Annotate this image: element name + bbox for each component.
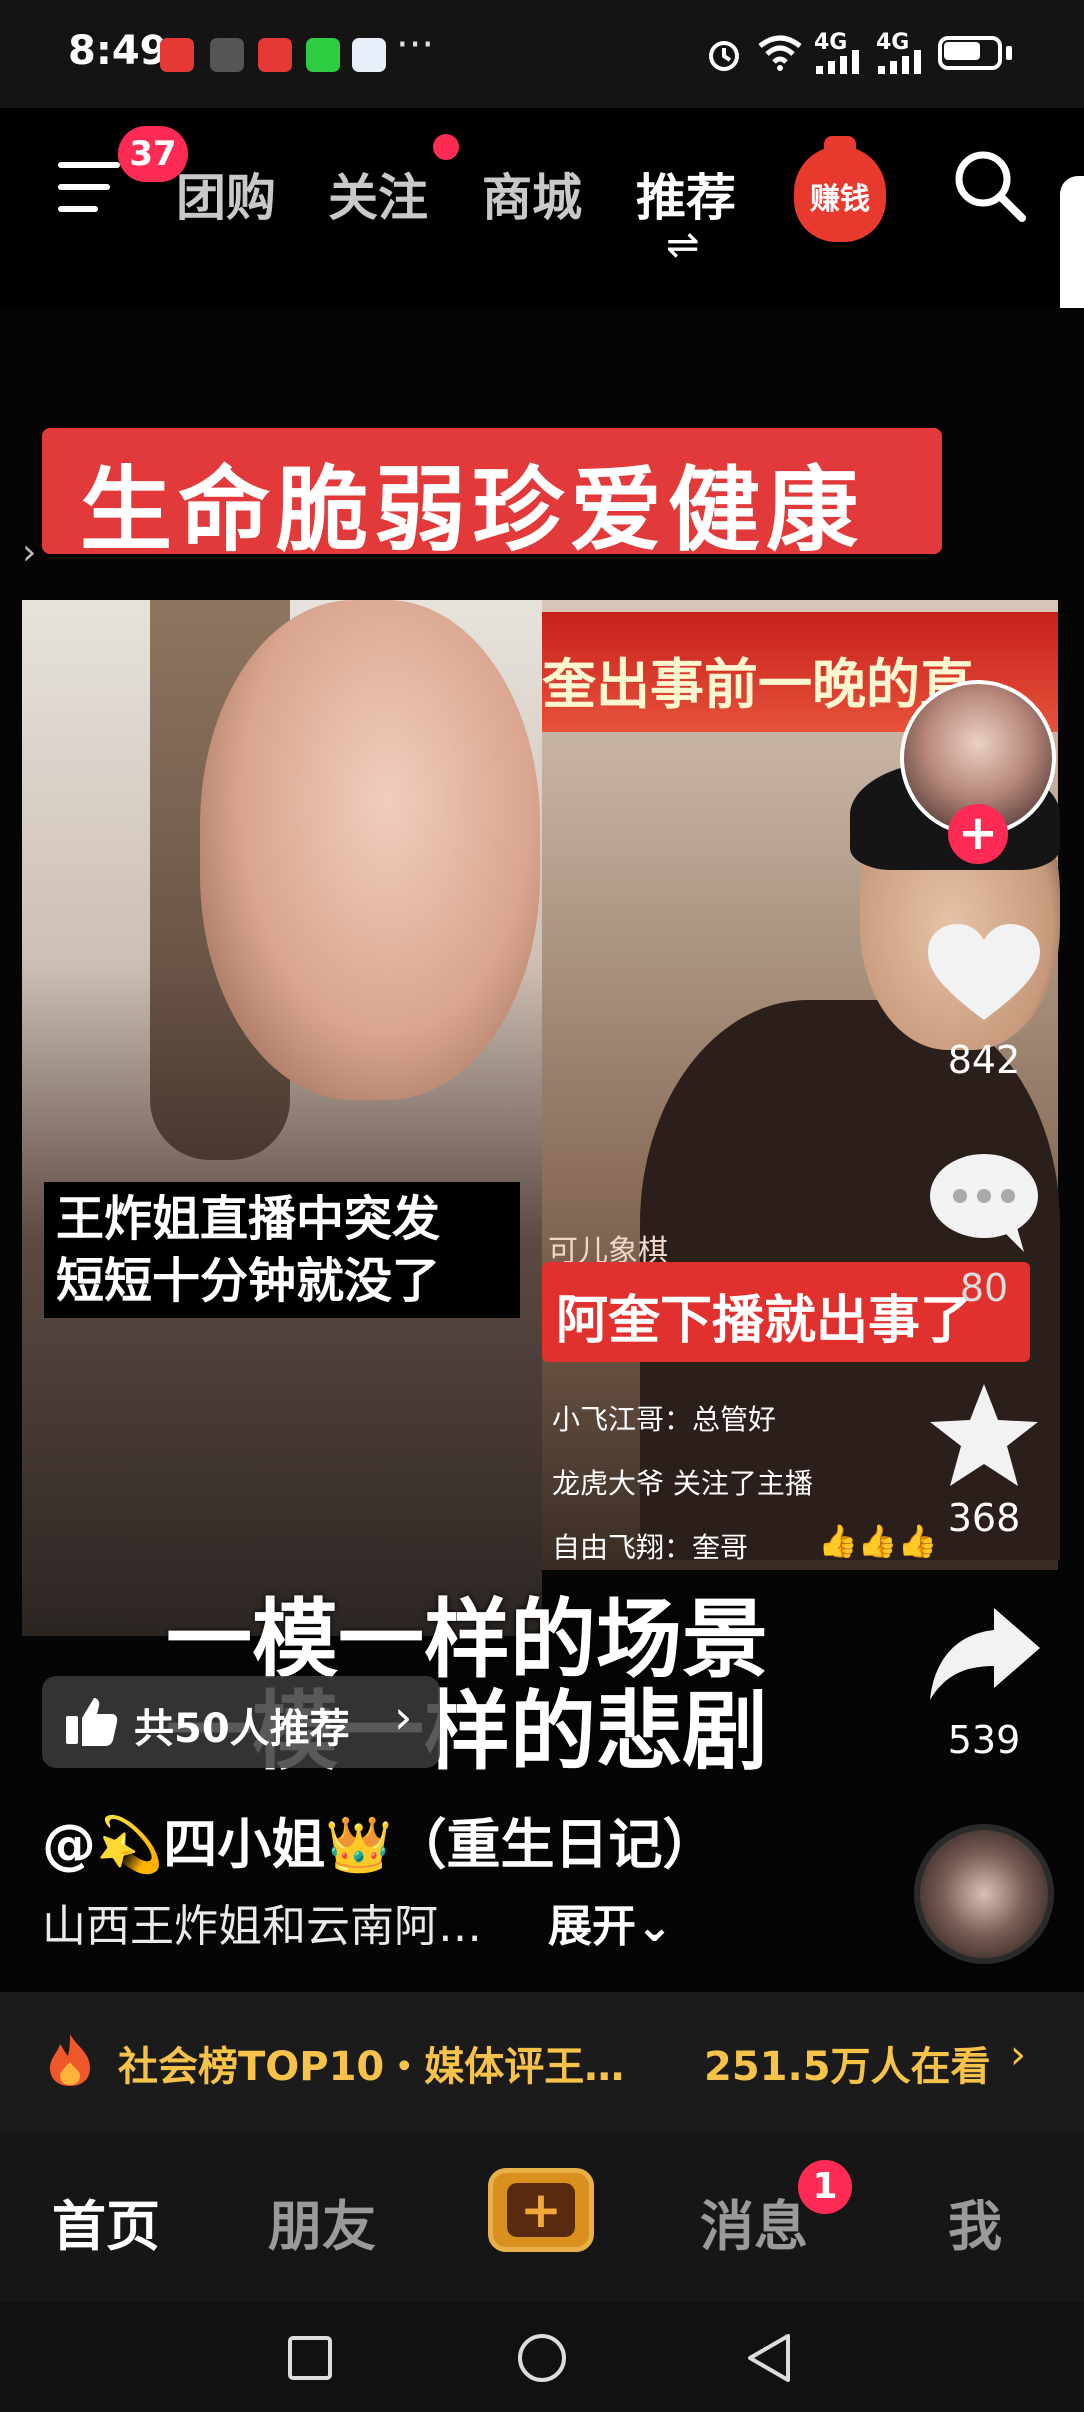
likes-count: 842 <box>947 1038 1021 1082</box>
bottom-nav: 首页 朋友 + 消息 1 我 <box>0 2132 1084 2302</box>
tab-group-buy[interactable]: 团购 <box>176 158 276 230</box>
signal-icon <box>878 50 921 74</box>
system-nav-bar <box>0 2302 1084 2412</box>
video-headline-text: 生命脆弱珍爱健康 <box>80 457 865 564</box>
wechat-icon <box>306 38 340 72</box>
chat-message: 小飞江哥：总管好 <box>552 1403 777 1436</box>
battery-level <box>944 42 980 60</box>
app-notification-icon <box>258 38 292 72</box>
messages-badge: 1 <box>798 2160 852 2214</box>
alarm-icon <box>709 41 739 71</box>
overlay-line: 一模一样的场景 <box>166 1590 768 1690</box>
search-icon[interactable] <box>952 148 1028 224</box>
recommend-pill[interactable]: 共50人推荐 › <box>42 1676 440 1768</box>
expand-button[interactable]: 展开⌄ <box>548 1890 673 1954</box>
back-icon[interactable] <box>744 2332 794 2384</box>
wifi-icon <box>758 35 802 71</box>
video-right-banner-text: 奎出事前一晚的直 <box>542 653 974 716</box>
tab-mall[interactable]: 商城 <box>482 158 582 230</box>
chevron-right-icon: › <box>394 1690 413 1744</box>
video-left-caption: 王炸姐直播中突发 短短十分钟就没了 <box>44 1182 520 1318</box>
battery-tip <box>1006 46 1012 60</box>
comments-count: 80 <box>959 1266 1009 1310</box>
hot-ranking-title: 社会榜TOP10・媒体评王… <box>118 2044 625 2090</box>
tab-friends[interactable]: 朋友 <box>268 2182 376 2261</box>
chat-message: 龙虎大爷 关注了主播 <box>552 1467 813 1500</box>
fire-icon <box>50 2034 90 2086</box>
hot-ranking-bar[interactable]: 社会榜TOP10・媒体评王… 251.5万人在看 › <box>0 1992 1084 2132</box>
tab-me[interactable]: 我 <box>948 2182 1002 2261</box>
follow-button[interactable]: + <box>948 804 1008 864</box>
heart-icon[interactable] <box>924 920 1044 1030</box>
thumbs-up-icon <box>66 1698 118 1746</box>
top-nav: 37 团购 关注 商城 推荐 ⇌ 赚钱 <box>0 108 1084 308</box>
home-icon[interactable] <box>516 2332 568 2384</box>
video-description: 山西王炸姐和云南阿… <box>42 1901 482 1952</box>
earn-money-label: 赚钱 <box>810 182 870 217</box>
comment-icon[interactable] <box>924 1148 1044 1258</box>
caption-line: 王炸姐直播中突发 <box>56 1191 441 1247</box>
share-icon[interactable] <box>924 1604 1044 1704</box>
video-left-face <box>200 600 540 1100</box>
tab-home[interactable]: 首页 <box>52 2182 160 2261</box>
chat-message: 自由飞翔：奎哥 <box>552 1531 749 1564</box>
create-post-button[interactable]: + <box>488 2168 594 2252</box>
menu-icon[interactable] <box>58 156 124 218</box>
money-bag-tie <box>824 136 856 158</box>
favorites-count: 368 <box>947 1496 1021 1540</box>
recommend-count-text: 共50人推荐 <box>134 1706 350 1752</box>
tab-following[interactable]: 关注 <box>328 158 428 230</box>
clock: 8:49 <box>68 28 168 74</box>
tab-messages[interactable]: 消息 <box>700 2182 808 2261</box>
more-notifications-icon: ··· <box>396 22 435 68</box>
battery-icon <box>938 36 1002 70</box>
recent-apps-icon[interactable] <box>286 2334 334 2382</box>
plus-icon: + <box>507 2183 575 2237</box>
viewer-count: 251.5万人在看 <box>704 2044 991 2090</box>
music-disc[interactable] <box>914 1824 1054 1964</box>
status-bar: 8:49 ··· 4G 4G <box>0 0 1084 108</box>
switch-feed-icon[interactable]: ⇌ <box>666 222 700 268</box>
star-icon[interactable] <box>924 1380 1044 1490</box>
app-notification-icon <box>160 38 194 72</box>
video-headline-banner: 生命脆弱珍爱健康 <box>42 428 942 564</box>
earn-money-button[interactable]: 赚钱 <box>794 136 886 242</box>
app-notification-icon <box>210 38 244 72</box>
caption-line: 短短十分钟就没了 <box>56 1253 441 1309</box>
calendar-icon <box>352 38 386 72</box>
chevron-right-icon: › <box>1010 2032 1026 2078</box>
following-dot-badge <box>433 134 459 160</box>
chevron-right-icon[interactable]: › <box>22 532 36 573</box>
tab-recommend[interactable]: 推荐 <box>636 158 736 230</box>
author-name[interactable]: @💫四小姐👑（重生日记） <box>42 1800 716 1879</box>
signal-icon <box>816 50 859 74</box>
shares-count: 539 <box>947 1718 1021 1762</box>
